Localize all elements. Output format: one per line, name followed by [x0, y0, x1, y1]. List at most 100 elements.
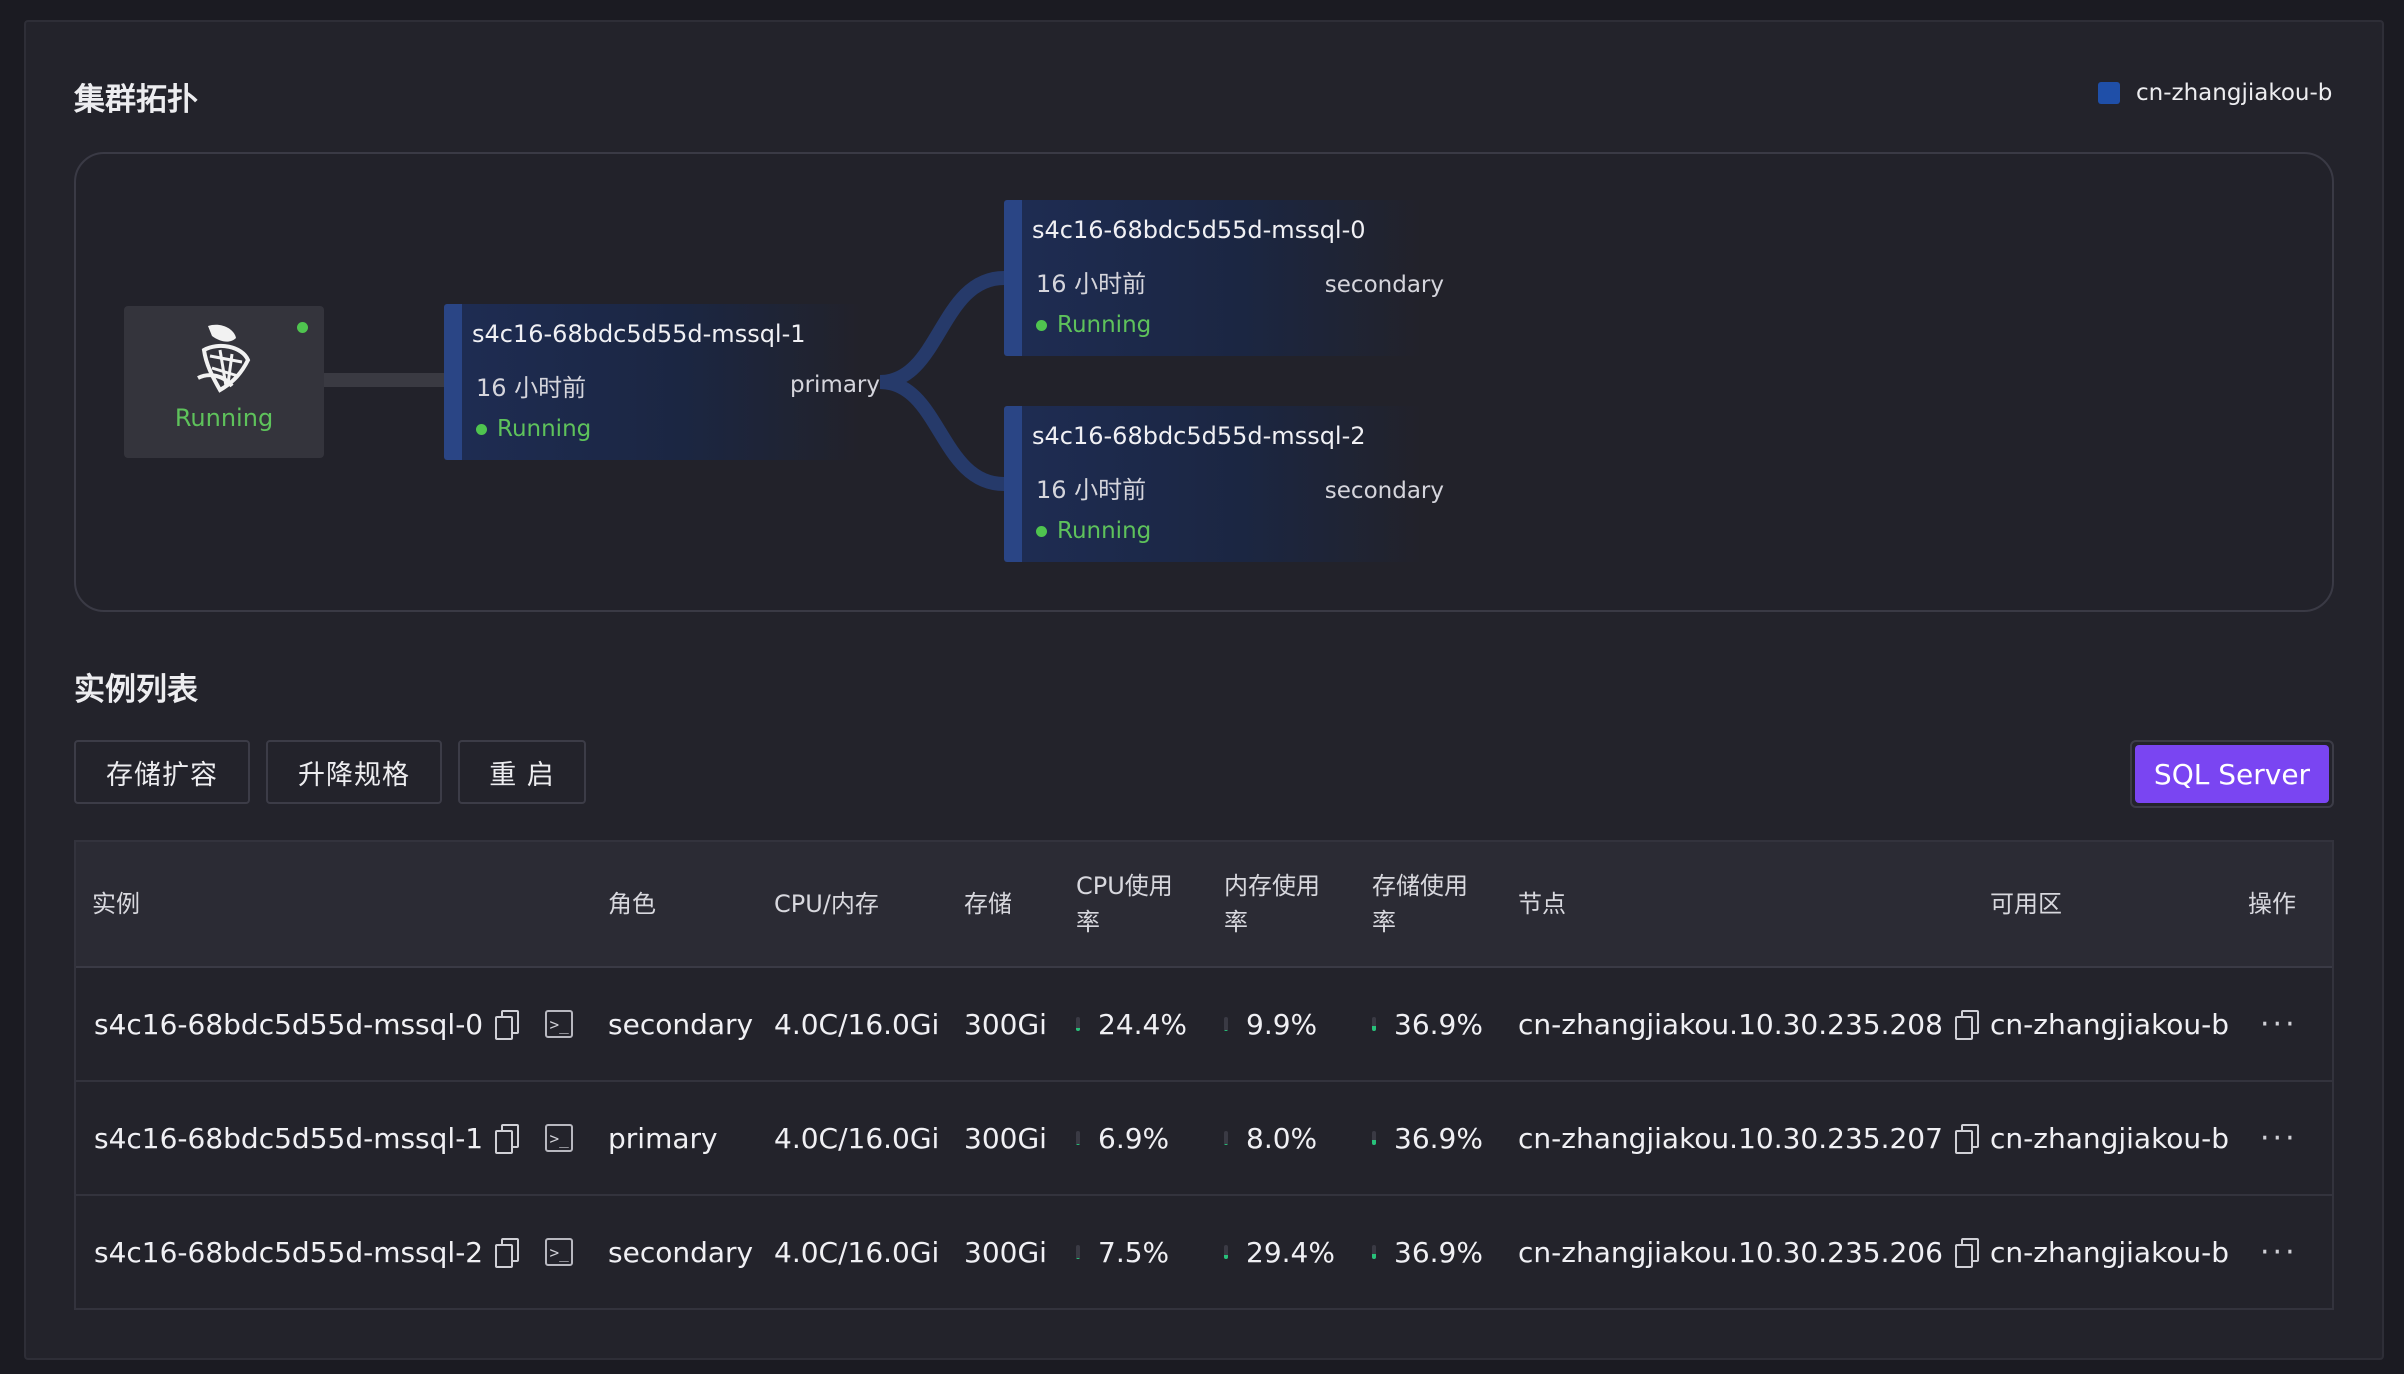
cpu-usage-cell: 24.4% [1076, 968, 1187, 1080]
copy-icon[interactable] [1954, 1124, 1979, 1154]
mem-usage-cell: 29.4% [1224, 1196, 1335, 1308]
usage-fill [1224, 1029, 1228, 1031]
mem-usage-bar [1224, 1131, 1228, 1145]
more-icon[interactable]: ··· [2260, 1082, 2298, 1194]
col-disk-usage-line2: 率 [1372, 908, 1396, 936]
usage-fill [1372, 1253, 1376, 1259]
instance-name-cell: s4c16-68bdc5d55d-mssql-1 >_ [94, 1082, 574, 1194]
usage-fill [1076, 1027, 1080, 1031]
instance-name: s4c16-68bdc5d55d-mssql-2 [94, 1235, 484, 1269]
disk-usage-value: 36.9% [1394, 1007, 1483, 1041]
status-dot [1036, 319, 1047, 331]
engine-button-frame: SQL Server [2130, 740, 2334, 808]
mem-usage-bar [1224, 1245, 1228, 1259]
cpu-usage-cell: 7.5% [1076, 1196, 1169, 1308]
disk-usage-value: 36.9% [1394, 1235, 1483, 1269]
pod-node-mssql-1[interactable]: s4c16-68bdc5d55d-mssql-1 16 小时前 primary … [444, 304, 880, 460]
table-row: s4c16-68bdc5d55d-mssql-2 >_ secondary 4.… [76, 1196, 2332, 1310]
usage-fill [1224, 1143, 1228, 1145]
pod-status: Running [476, 416, 591, 442]
root-status: Running [174, 404, 274, 432]
col-instance: 实例 [92, 890, 140, 918]
root-link [324, 373, 446, 387]
disk-usage-cell: 36.9% [1372, 968, 1483, 1080]
storage-cell: 300Gi [964, 1007, 1047, 1041]
instance-name-cell: s4c16-68bdc5d55d-mssql-0 >_ [94, 968, 574, 1080]
mem-usage-bar [1224, 1017, 1228, 1031]
pod-status-label: Running [1057, 312, 1152, 338]
disk-usage-cell: 36.9% [1372, 1082, 1483, 1194]
pod-name: s4c16-68bdc5d55d-mssql-1 [472, 320, 806, 348]
storage-cell: 300Gi [964, 1121, 1047, 1155]
instance-name: s4c16-68bdc5d55d-mssql-1 [94, 1121, 484, 1155]
mem-usage-value: 9.9% [1246, 1007, 1318, 1041]
copy-icon[interactable] [1954, 1010, 1979, 1040]
col-storage: 存储 [964, 890, 1012, 918]
pod-name: s4c16-68bdc5d55d-mssql-2 [1032, 422, 1366, 450]
table-row: s4c16-68bdc5d55d-mssql-1 >_ primary 4.0C… [76, 1082, 2332, 1196]
cpu-usage-cell: 6.9% [1076, 1082, 1169, 1194]
status-dot [476, 423, 487, 435]
pod-age: 16 小时前 [1036, 270, 1147, 298]
change-spec-button[interactable]: 升降规格 [266, 740, 442, 804]
col-mem-usage-line1: 内存使用 [1224, 872, 1320, 900]
expand-storage-button[interactable]: 存储扩容 [74, 740, 250, 804]
terminal-icon[interactable]: >_ [545, 1238, 574, 1266]
restart-button[interactable]: 重 启 [458, 740, 586, 804]
pod-role: secondary [1324, 478, 1444, 504]
instance-name-cell: s4c16-68bdc5d55d-mssql-2 >_ [94, 1196, 574, 1308]
instance-list-title: 实例列表 [74, 672, 198, 708]
col-ops: 操作 [2248, 890, 2296, 918]
link-to-mssql-0 [879, 271, 1005, 389]
zone-cell: cn-zhangjiakou-b [1990, 1235, 2230, 1269]
instance-name: s4c16-68bdc5d55d-mssql-0 [94, 1007, 484, 1041]
cpu-usage-value: 6.9% [1098, 1121, 1170, 1155]
copy-icon[interactable] [1954, 1238, 1979, 1268]
node-cell: cn-zhangjiakou.10.30.235.206 [1518, 1196, 1979, 1308]
mem-usage-value: 29.4% [1246, 1235, 1335, 1269]
table-header: 实例 角色 CPU/内存 存储 CPU使用 率 内存使用 率 存储使用 率 节点… [76, 842, 2332, 968]
cpu-mem-cell: 4.0C/16.0Gi [774, 1121, 940, 1155]
col-cpu-usage-line1: CPU使用 [1076, 872, 1173, 900]
node-cell: cn-zhangjiakou.10.30.235.207 [1518, 1082, 1979, 1194]
mem-usage-cell: 9.9% [1224, 968, 1317, 1080]
disk-usage-bar [1372, 1131, 1376, 1145]
usage-fill [1076, 1144, 1080, 1145]
mem-usage-value: 8.0% [1246, 1121, 1318, 1155]
cpu-usage-bar [1076, 1131, 1080, 1145]
cluster-root-node[interactable]: Running [124, 306, 324, 458]
disk-usage-value: 36.9% [1394, 1121, 1483, 1155]
node-name: cn-zhangjiakou.10.30.235.208 [1518, 1007, 1943, 1041]
more-icon[interactable]: ··· [2260, 968, 2298, 1080]
terminal-icon[interactable]: >_ [545, 1010, 574, 1038]
cpu-usage-bar [1076, 1017, 1080, 1031]
storage-cell: 300Gi [964, 1235, 1047, 1269]
zone-cell: cn-zhangjiakou-b [1990, 1007, 2230, 1041]
status-dot [297, 322, 308, 333]
col-role: 角色 [608, 890, 656, 918]
cpu-mem-cell: 4.0C/16.0Gi [774, 1007, 940, 1041]
col-mem-usage: 内存使用 率 [1224, 868, 1320, 940]
pod-age: 16 小时前 [476, 374, 587, 402]
copy-icon[interactable] [495, 1010, 520, 1040]
terminal-icon[interactable]: >_ [545, 1124, 574, 1152]
col-cpu-mem: CPU/内存 [774, 890, 879, 918]
pod-node-mssql-2[interactable]: s4c16-68bdc5d55d-mssql-2 16 小时前 secondar… [1004, 406, 1444, 562]
pod-node-mssql-0[interactable]: s4c16-68bdc5d55d-mssql-0 16 小时前 secondar… [1004, 200, 1444, 356]
cpu-usage-bar [1076, 1245, 1080, 1259]
col-disk-usage-line1: 存储使用 [1372, 872, 1468, 900]
node-cell: cn-zhangjiakou.10.30.235.208 [1518, 968, 1979, 1080]
copy-icon[interactable] [495, 1124, 520, 1154]
cpu-usage-value: 24.4% [1098, 1007, 1187, 1041]
more-icon[interactable]: ··· [2260, 1196, 2298, 1308]
role-cell: primary [608, 1121, 718, 1155]
sql-server-button[interactable]: SQL Server [2135, 745, 2329, 803]
col-zone: 可用区 [1990, 890, 2062, 918]
usage-fill [1372, 1139, 1376, 1145]
pod-status-label: Running [1057, 518, 1152, 544]
pod-name: s4c16-68bdc5d55d-mssql-0 [1032, 216, 1366, 244]
disk-usage-cell: 36.9% [1372, 1196, 1483, 1308]
copy-icon[interactable] [495, 1238, 520, 1268]
pod-status-label: Running [497, 416, 592, 442]
node-name: cn-zhangjiakou.10.30.235.206 [1518, 1235, 1943, 1269]
